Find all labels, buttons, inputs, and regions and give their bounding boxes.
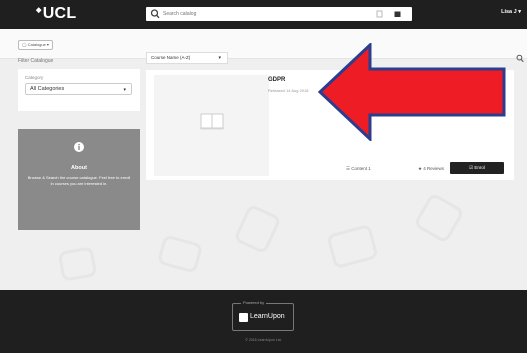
about-text: Browse & Search the course catalogue. Fe… (27, 175, 131, 186)
category-label: Category (25, 75, 44, 80)
info-icon (74, 142, 84, 152)
course-thumbnail[interactable] (154, 75, 269, 176)
sort-select-value: Course Name (A-Z) (151, 55, 191, 60)
category-select[interactable]: All Categories ▾ (25, 83, 132, 95)
learnupon-brand: LearnUpon (250, 313, 285, 320)
course-title[interactable]: GDPR (268, 77, 285, 83)
search-input[interactable] (163, 7, 343, 21)
book-icon (200, 113, 224, 130)
sort-select[interactable]: Course Name (A-Z) ▾ (146, 52, 228, 64)
powered-by-badge[interactable]: Powered by LearnUpon (232, 300, 294, 331)
chevron-down-icon: ▾ (218, 55, 221, 61)
catalogue-dropdown-button[interactable]: ◯ Catalogue ▾ (18, 40, 53, 50)
tag-icon[interactable] (376, 10, 383, 18)
watermark-shape (326, 223, 379, 270)
footer: Powered by LearnUpon © 2018 LearnUpon Lt… (0, 290, 527, 353)
user-menu[interactable]: Lisa J ▾ (501, 9, 521, 15)
search-icon[interactable] (516, 54, 524, 63)
enroll-button[interactable]: ☑ Enrol (450, 162, 504, 174)
ucl-logo[interactable]: ◆UCL (36, 5, 76, 23)
filter-catalogue-title: Filter Catalogue (18, 58, 54, 64)
about-title: About (71, 165, 87, 171)
top-navbar: ◆UCL Lisa J ▾ (0, 0, 527, 29)
search-bar[interactable] (146, 7, 412, 21)
search-icon (150, 9, 160, 19)
watermark-shape (57, 246, 98, 282)
watermark-shape (233, 203, 282, 255)
course-release-date: Released 14 Aug 2018 (268, 88, 309, 93)
watermark-shape (156, 234, 204, 274)
watermark-shape (413, 192, 465, 244)
powered-by-label: Powered by (241, 300, 267, 305)
filter-panel: Category All Categories ▾ (18, 69, 140, 111)
about-panel: About Browse & Search the course catalog… (18, 129, 140, 230)
copyright-text: © 2018 LearnUpon Ltd. (245, 338, 282, 342)
folder-icon[interactable] (394, 10, 401, 18)
red-arrow-annotation (318, 43, 506, 141)
category-select-value: All Categories (30, 86, 65, 92)
learnupon-logo-icon (239, 313, 248, 322)
course-content-link[interactable]: ☰ Content 1 (346, 166, 371, 172)
chevron-down-icon: ▾ (123, 87, 126, 93)
course-reviews-link[interactable]: ★ 4 Reviews (418, 166, 444, 172)
